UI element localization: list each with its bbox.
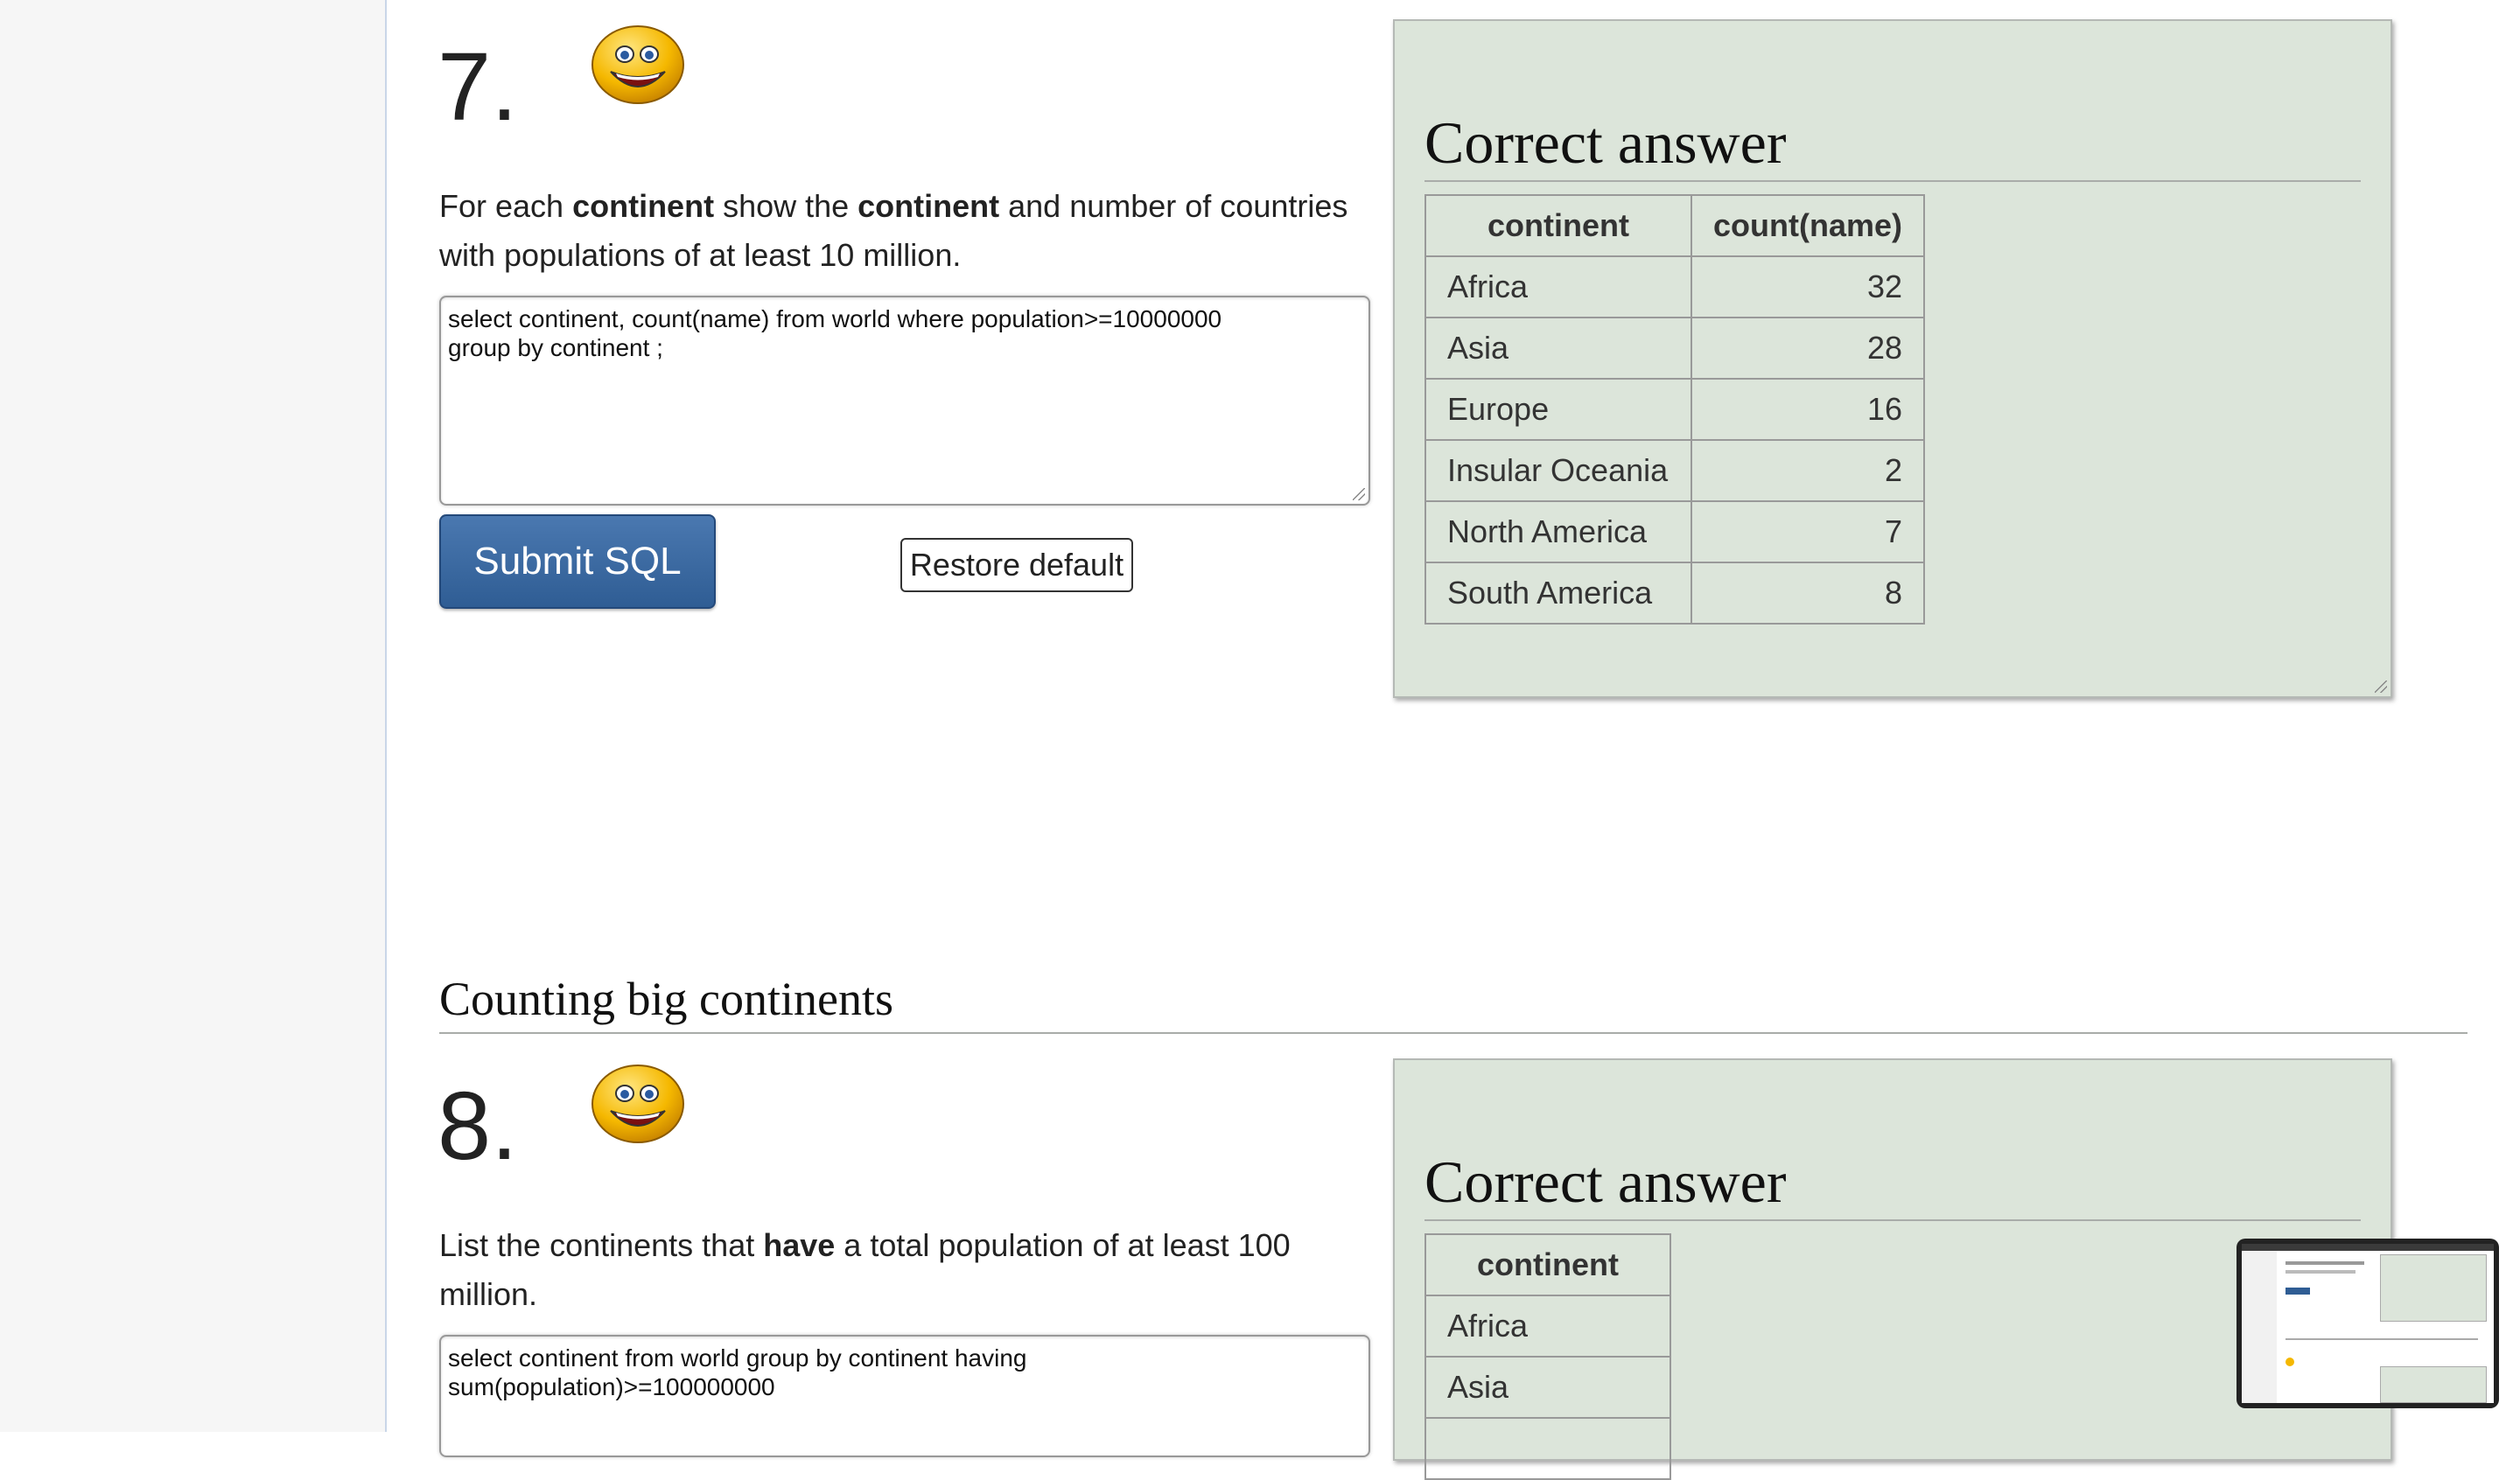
cell-continent: Africa <box>1424 1295 1671 1358</box>
resize-grip-icon[interactable] <box>2375 681 2387 693</box>
thumbnail-preview <box>2242 1244 2494 1403</box>
cell-count: 32 <box>1690 255 1925 318</box>
cell-count: 8 <box>1690 562 1925 625</box>
table-row <box>1424 1417 1671 1480</box>
left-sidebar <box>0 0 387 1432</box>
sql-editor-q7[interactable]: select continent, count(name) from world… <box>439 296 1370 506</box>
cell-continent: Asia <box>1424 1356 1671 1419</box>
sql-editor-q8[interactable]: select continent from world group by con… <box>439 1335 1370 1457</box>
resize-grip-icon[interactable] <box>1353 488 1365 500</box>
table-row: Insular Oceania 2 <box>1424 439 1925 502</box>
cell-continent: South America <box>1424 562 1692 625</box>
cell-count: 16 <box>1690 378 1925 441</box>
cell-continent: Asia <box>1424 317 1692 380</box>
correct-answer-panel-q7: Correct answer continent count(name) Afr… <box>1393 19 2392 698</box>
table-row: Africa 32 <box>1424 255 1925 318</box>
table-header-row: continent count(name) <box>1424 194 1925 257</box>
smiley-face-icon <box>592 1065 684 1143</box>
cell-continent: Africa <box>1424 255 1692 318</box>
question-number-7: 7. <box>438 33 518 141</box>
cell-count: 28 <box>1690 317 1925 380</box>
smiley-face-icon <box>592 25 684 104</box>
answer-table-q8: continent Africa Asia <box>1424 1233 1671 1480</box>
column-header: count(name) <box>1690 194 1925 257</box>
cell-continent: Europe <box>1424 378 1692 441</box>
table-header-row: continent <box>1424 1233 1671 1296</box>
table-row: South America 8 <box>1424 562 1925 625</box>
answer-title: Correct answer <box>1424 1148 2361 1221</box>
table-row: Europe 16 <box>1424 378 1925 441</box>
question-number-8: 8. <box>438 1072 518 1180</box>
column-header: continent <box>1424 1233 1671 1296</box>
table-row: Asia 28 <box>1424 317 1925 380</box>
column-header: continent <box>1424 194 1692 257</box>
question-8-text: List the continents that have a total po… <box>439 1227 1291 1312</box>
restore-default-button[interactable]: Restore default <box>900 538 1133 592</box>
cell-count: 2 <box>1690 439 1925 502</box>
cell-continent: Insular Oceania <box>1424 439 1692 502</box>
cell-continent: North America <box>1424 500 1692 563</box>
table-row: Africa <box>1424 1295 1671 1358</box>
submit-sql-button[interactable]: Submit SQL <box>439 514 716 609</box>
question-7-text: For each continent show the continent an… <box>439 188 1348 273</box>
cell-continent <box>1424 1417 1671 1480</box>
answer-table-q7: continent count(name) Africa 32 Asia 28 Eu… <box>1424 194 1925 625</box>
answer-title: Correct answer <box>1424 108 2361 182</box>
table-row: North America 7 <box>1424 500 1925 563</box>
section-heading: Counting big continents <box>439 969 2468 1034</box>
table-row: Asia <box>1424 1356 1671 1419</box>
screenshot-thumbnail[interactable] <box>2236 1239 2499 1408</box>
cell-count: 7 <box>1690 500 1925 563</box>
